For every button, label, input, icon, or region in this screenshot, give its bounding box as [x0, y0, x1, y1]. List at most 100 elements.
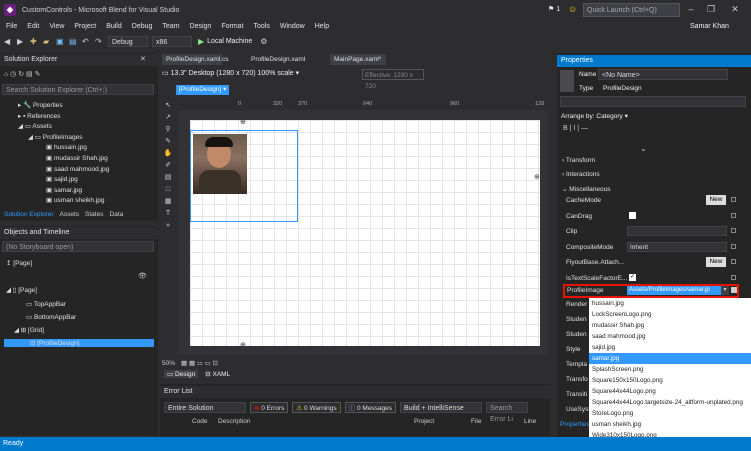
solution-item-7[interactable]: ▣ sajid.jpg [46, 175, 78, 183]
name-input[interactable]: <No Name> [598, 69, 728, 80]
prop-new-button-4[interactable]: New [706, 257, 726, 267]
storyboard-dropdown[interactable]: (No Storyboard open) [2, 241, 154, 252]
dropdown-option-10[interactable]: StoreLogo.png [589, 408, 751, 419]
dropdown-option-4[interactable]: sajid.jpg [589, 342, 751, 353]
close-button[interactable]: ✕ [728, 2, 742, 16]
solution-tab-0[interactable]: Solution Explorer [4, 211, 54, 218]
redo-icon[interactable]: ↷ [95, 37, 104, 46]
menu-file[interactable]: File [6, 23, 17, 30]
menu-tools[interactable]: Tools [254, 23, 270, 30]
save-icon[interactable]: ▣ [56, 37, 65, 46]
solution-tab-3[interactable]: Data [109, 211, 123, 218]
forward-icon[interactable]: ▶ [17, 37, 26, 46]
resize-handle-right[interactable]: ⊕ [534, 173, 540, 181]
grid-toggle-icon[interactable]: ▦ ▦ ⚏ ▭ ⊡ [181, 359, 218, 367]
textblock-tool-icon[interactable]: T [162, 208, 174, 220]
text-format-buttons[interactable]: B | I | — [563, 125, 588, 132]
object-item-3[interactable]: ◢ ⊞ [Grid] [14, 326, 44, 334]
solution-item-4[interactable]: ▣ hussain.jpg [46, 143, 87, 151]
tab-mainpage-xaml[interactable]: MainPage.xaml* [330, 54, 386, 65]
build-filter-dropdown[interactable]: Build + IntelliSense [400, 402, 483, 413]
dropdown-option-9[interactable]: Square44x44Logo.targetsize-24_altform-un… [589, 397, 751, 408]
solution-item-6[interactable]: ▣ saad mahmood.jpg [46, 165, 109, 173]
object-item-2[interactable]: ▭ BottomAppBar [26, 313, 76, 321]
profile-image-dropdown[interactable]: Assets/ProfileImages/samar.jp [627, 286, 721, 295]
properties-bottom-tab[interactable]: Properties [560, 421, 590, 428]
prop-marker-icon-0[interactable] [731, 197, 736, 202]
dropdown-option-8[interactable]: Square44x44Logo.png [589, 386, 751, 397]
pan-tool-icon[interactable]: ✋ [162, 148, 174, 160]
minimize-button[interactable]: – [684, 2, 698, 16]
new-project-icon[interactable]: ✚ [30, 37, 39, 46]
solution-search-input[interactable]: Search Solution Explorer (Ctrl+;) [2, 84, 154, 95]
object-item-4[interactable]: ⊡ [ProfileDesign] [4, 339, 154, 347]
menu-team[interactable]: Team [162, 23, 179, 30]
profile-image-options[interactable]: hussain.jpg LockScreenLogo.png mudassir Sh… [589, 298, 751, 451]
solution-item-1[interactable]: ▸ ▪ References [18, 112, 60, 120]
tab-profiledesign-xaml[interactable]: ProfileDesign.xaml.cs [162, 54, 229, 65]
dropdown-option-11[interactable]: usman sheikh.jpg [589, 419, 751, 430]
maximize-button[interactable]: ❐ [704, 2, 718, 16]
config-dropdown[interactable]: Debug [108, 36, 148, 47]
dropdown-option-3[interactable]: saad mahmood.jpg [589, 331, 751, 342]
dropdown-option-7[interactable]: Square150x150Logo.png [589, 375, 751, 386]
rectangle-tool-icon[interactable]: □ [162, 184, 174, 196]
solution-item-5[interactable]: ▣ mudassir Shah.jpg [46, 154, 108, 162]
prop-checkbox-5[interactable]: ✓ [629, 273, 636, 281]
solution-item-8[interactable]: ▣ samar.jpg [46, 186, 82, 194]
solution-item-2[interactable]: ◢ ▭ Assets [18, 122, 52, 130]
solution-item-9[interactable]: ▣ usman sheikh.jpg [46, 196, 105, 204]
error-scope-dropdown[interactable]: Entire Solution [164, 402, 246, 413]
xaml-tab[interactable]: ⊟ XAML [202, 370, 233, 378]
prop-marker-icon-1[interactable] [731, 212, 736, 218]
back-icon[interactable]: ◀ [4, 37, 13, 46]
zoom-tool-icon[interactable]: ⚲ [162, 124, 174, 136]
assets-tool-icon[interactable]: » [162, 220, 174, 232]
menu-help[interactable]: Help [315, 23, 329, 30]
dropdown-option-0[interactable]: hussain.jpg [589, 298, 751, 309]
notification-icon[interactable]: ⚑ 1 [548, 5, 560, 13]
solution-item-3[interactable]: ◢ ▭ ProfileImages [28, 133, 83, 141]
error-search-input[interactable]: Search Error Li [486, 402, 529, 423]
dropdown-option-1[interactable]: LockScreenLogo.png [589, 309, 751, 320]
object-item-1[interactable]: ▭ TopAppBar [26, 300, 66, 308]
undo-icon[interactable]: ↶ [82, 37, 91, 46]
prop-marker-icon-5[interactable] [731, 274, 736, 280]
run-target-button[interactable]: Local Machine [207, 38, 252, 45]
feedback-icon[interactable]: ☺ [568, 4, 577, 14]
platform-dropdown[interactable]: x86 [152, 36, 192, 47]
prop-marker-icon-2[interactable] [731, 228, 736, 233]
design-tab[interactable]: ▭ Design [164, 370, 199, 378]
prop-new-button-0[interactable]: New [706, 195, 726, 205]
run-icon[interactable]: ▶ [198, 37, 204, 46]
arrange-by-dropdown[interactable]: Arrange by: Category ▾ [561, 112, 628, 120]
eye-icon[interactable]: 👁 [138, 272, 147, 280]
menu-edit[interactable]: Edit [27, 23, 39, 30]
menu-debug[interactable]: Debug [132, 23, 153, 30]
solution-tab-2[interactable]: States [85, 211, 103, 218]
menu-view[interactable]: View [49, 23, 64, 30]
menu-format[interactable]: Format [221, 23, 243, 30]
collapse-icon[interactable]: ⌄ [640, 144, 647, 153]
menu-window[interactable]: Window [280, 23, 305, 30]
save-all-icon[interactable]: ▤ [69, 37, 78, 46]
quick-launch-input[interactable]: Quick Launch (Ctrl+Q) [583, 3, 680, 17]
device-selector[interactable]: ▭ 13.3" Desktop (1280 x 720) 100% scale … [162, 69, 299, 77]
solution-tab-1[interactable]: Assets [60, 211, 80, 218]
prop-checkbox-1[interactable] [629, 211, 636, 219]
properties-search-input[interactable] [560, 96, 746, 107]
menu-build[interactable]: Build [106, 23, 122, 30]
errors-filter-button[interactable]: ⊗ 0 Errors [250, 402, 289, 413]
dropdown-option-2[interactable]: mudassir Shah.jpg [589, 320, 751, 331]
prop-marker-icon-4[interactable] [731, 259, 736, 264]
section-miscellaneous[interactable]: ⌄ Miscellaneous [562, 185, 610, 193]
prop-value-2[interactable] [627, 226, 727, 236]
selection-tool-icon[interactable]: ↖ [162, 100, 174, 112]
resize-handle-top[interactable]: ⊕ [240, 118, 246, 126]
page-root-item[interactable]: ↥ [Page] [6, 259, 32, 267]
pen-tool-icon[interactable]: ✎ [162, 136, 174, 148]
messages-filter-button[interactable]: ⓘ 0 Messages [344, 402, 397, 413]
advanced-marker-icon[interactable] [731, 287, 737, 293]
direct-select-icon[interactable]: ↗ [162, 112, 174, 124]
section-interactions[interactable]: › Interactions [562, 171, 600, 178]
